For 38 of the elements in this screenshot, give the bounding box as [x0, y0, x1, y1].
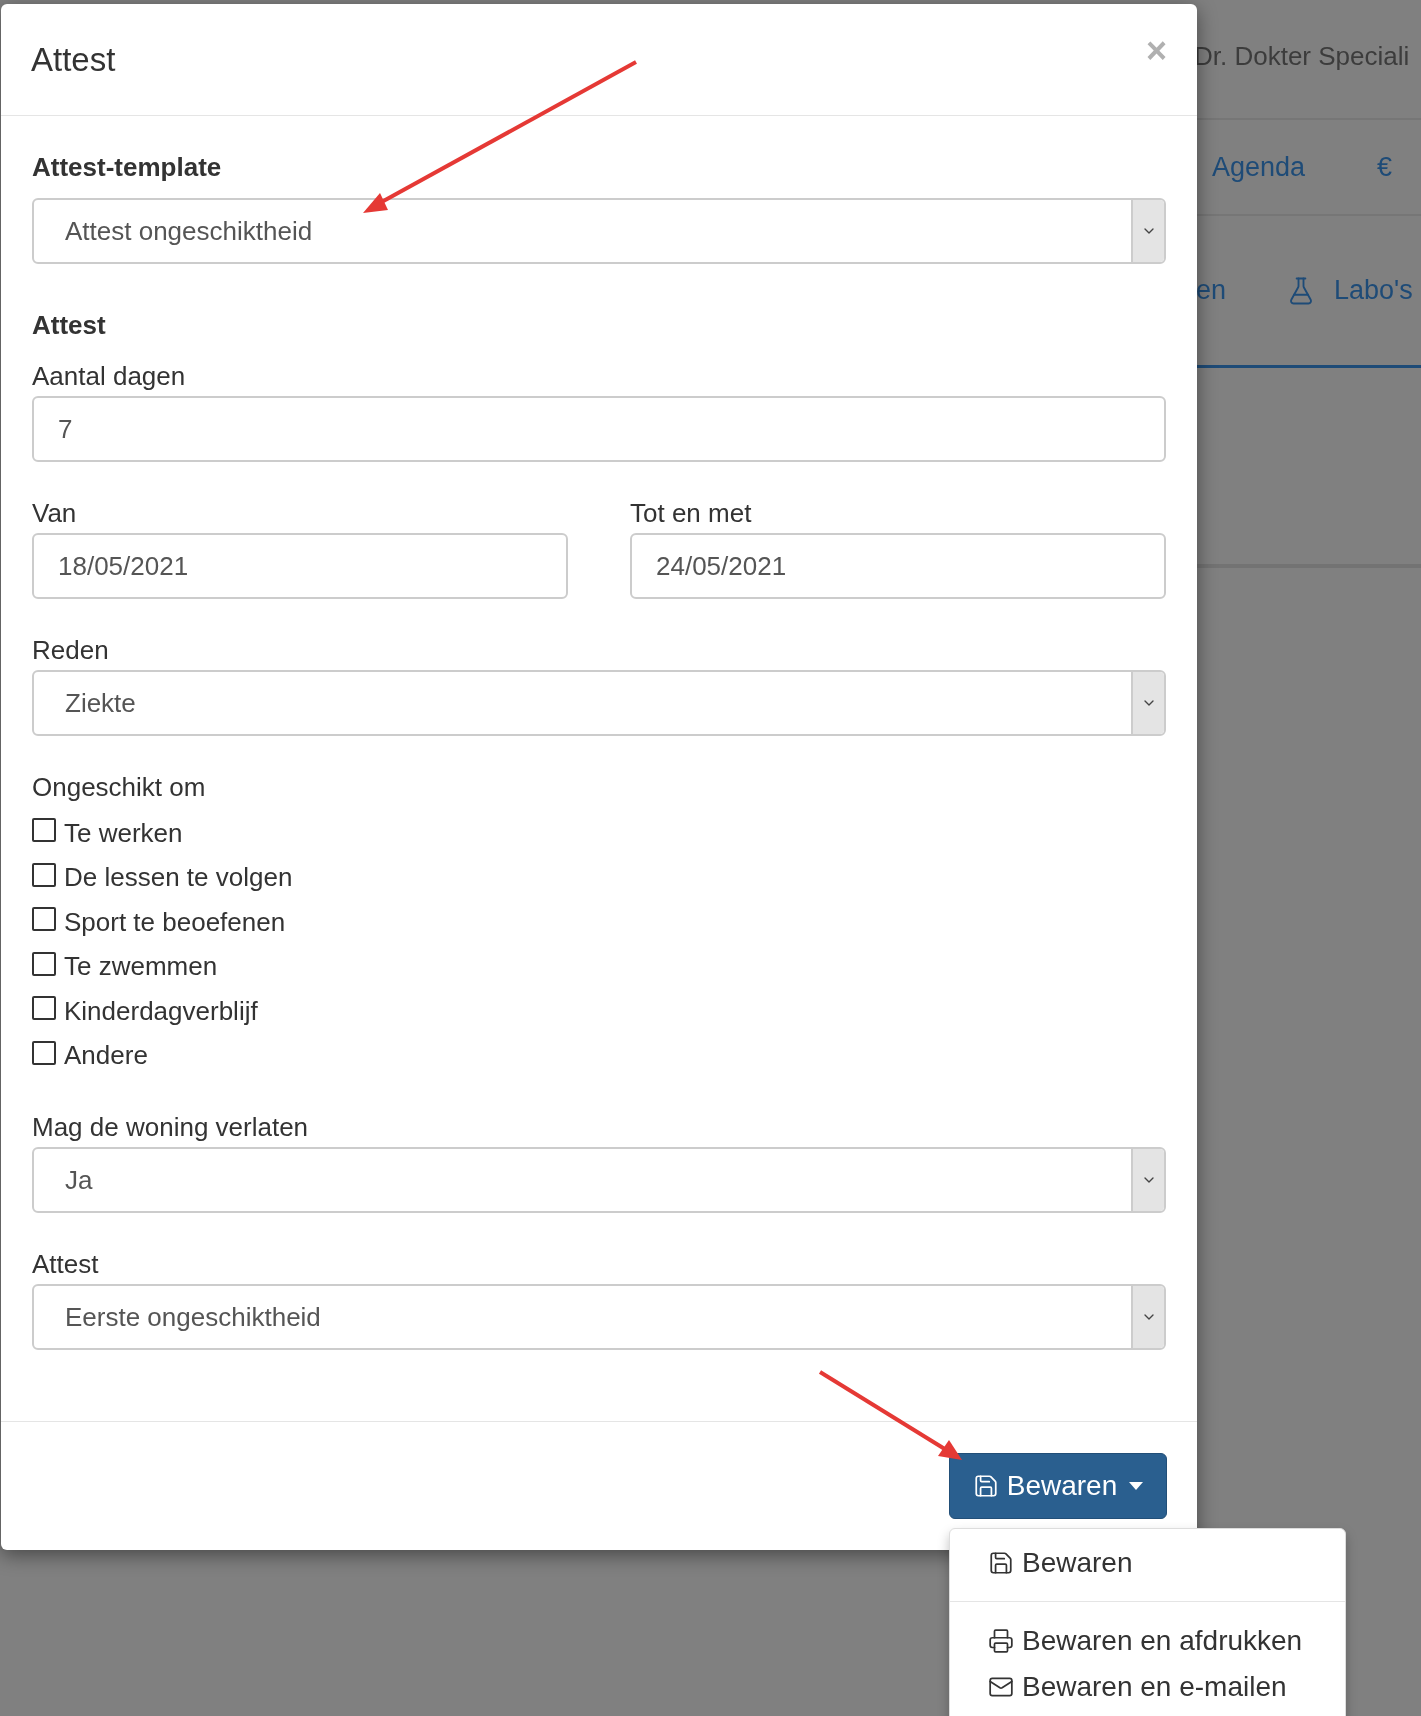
template-select[interactable]: Attest ongeschiktheid: [32, 198, 1166, 264]
print-icon: [988, 1628, 1014, 1654]
reason-select[interactable]: Ziekte: [32, 670, 1166, 736]
menu-item[interactable]: Bewaren en afdrukken: [950, 1618, 1345, 1664]
mail-icon: [988, 1674, 1014, 1700]
checkbox-label: Andere: [64, 1040, 148, 1072]
leave-home-select[interactable]: Ja: [32, 1147, 1166, 1213]
checkbox-label: Kinderdagverblijf: [64, 995, 258, 1027]
checkbox-label: De lessen te volgen: [64, 862, 293, 894]
checkbox-label: Sport te beoefenen: [64, 906, 286, 938]
certificate-select[interactable]: Eerste ongeschiktheid: [32, 1284, 1166, 1350]
field-label: Attest: [32, 1248, 100, 1281]
caret-icon: [1129, 1482, 1144, 1490]
field-label: Attest-template: [32, 151, 223, 184]
menu-item[interactable]: Bewaren en e-mailen: [950, 1664, 1345, 1710]
checkbox[interactable]: [32, 951, 56, 976]
field-label: Ongeschikt om: [32, 771, 207, 804]
menu-item[interactable]: Bewaren: [950, 1535, 1345, 1591]
field-label: Van: [32, 497, 78, 530]
checkbox-label: Te zwemmen: [64, 951, 218, 983]
save-icon: [972, 1473, 999, 1499]
days-input[interactable]: 7: [32, 396, 1166, 462]
save-icon: [988, 1550, 1014, 1576]
dialog-title: Attest: [31, 40, 116, 79]
checkbox[interactable]: [32, 1040, 56, 1065]
checkbox[interactable]: [32, 862, 56, 887]
field-label: Tot en met: [630, 497, 753, 530]
date-input[interactable]: 18/05/2021: [32, 533, 568, 599]
date-input[interactable]: 24/05/2021: [630, 533, 1166, 599]
save-button[interactable]: Bewaren: [949, 1453, 1167, 1519]
section-title: Attest: [32, 309, 107, 342]
checkbox[interactable]: [32, 907, 56, 932]
field-label: Mag de woning verlaten: [32, 1111, 310, 1144]
field-label: Reden: [32, 634, 110, 667]
field-label: Aantal dagen: [32, 360, 187, 393]
checkbox-label: Te werken: [64, 817, 183, 849]
checkbox[interactable]: [32, 996, 56, 1021]
checkbox[interactable]: [32, 818, 56, 843]
